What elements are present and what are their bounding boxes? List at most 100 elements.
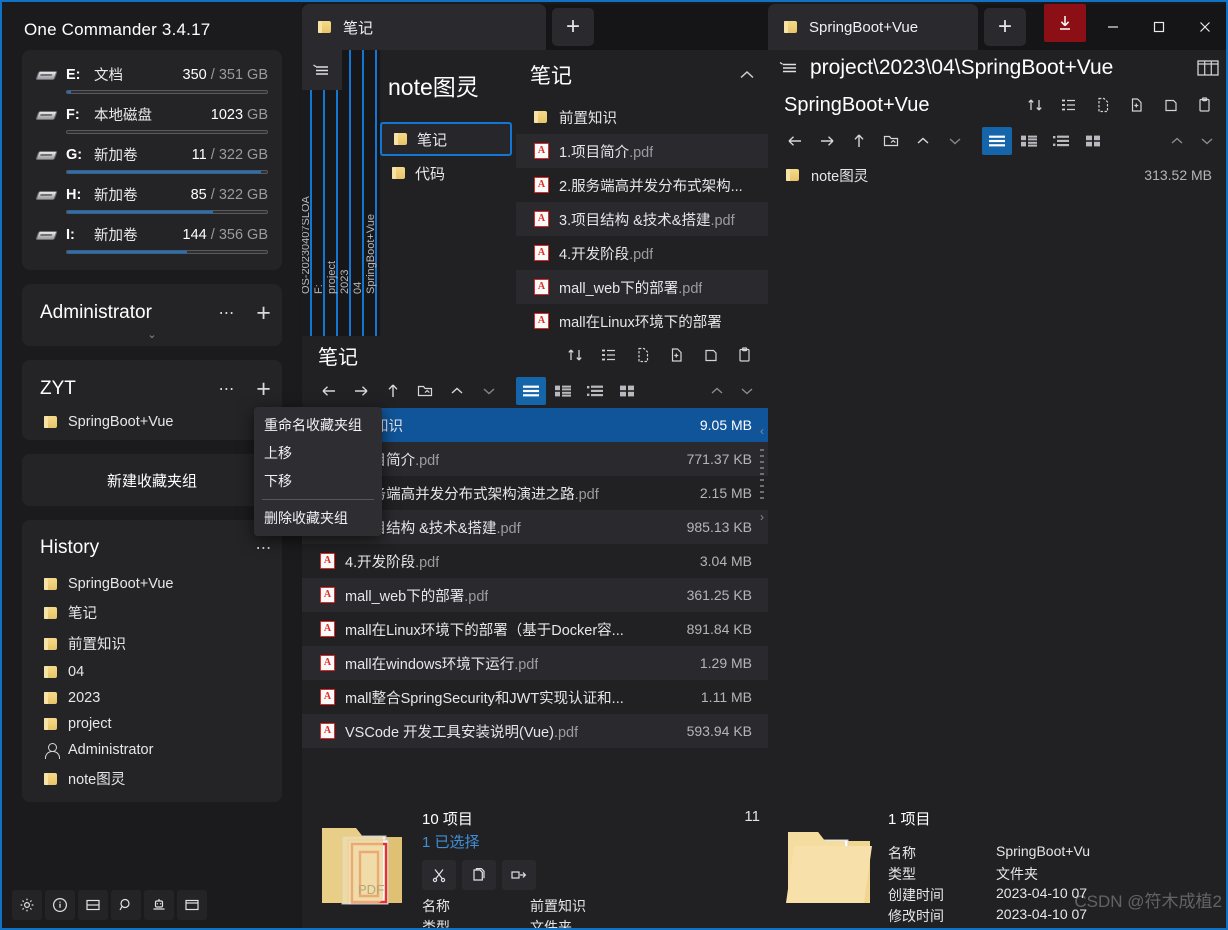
- new-file-icon[interactable]: [1086, 88, 1120, 122]
- cut-icon[interactable]: [422, 860, 456, 890]
- collapse-chevron-icon[interactable]: [736, 68, 758, 82]
- paste-icon[interactable]: [728, 338, 762, 372]
- rename-icon[interactable]: [502, 860, 536, 890]
- splitter-right-chevron-icon[interactable]: ›: [760, 510, 764, 524]
- list-view-icon[interactable]: [982, 127, 1012, 155]
- open-folder-icon[interactable]: [410, 376, 440, 406]
- maximize-icon[interactable]: [1136, 4, 1182, 50]
- favorite-item[interactable]: SpringBoot+Vue: [22, 410, 282, 434]
- back-icon[interactable]: [314, 376, 344, 406]
- sort-icon[interactable]: [558, 338, 592, 372]
- open-folder-icon[interactable]: [876, 126, 906, 156]
- close-icon[interactable]: [1182, 4, 1226, 50]
- table-row[interactable]: mall整合SpringSecurity和JWT实现认证和... 1.11 MB: [302, 680, 768, 714]
- group-icon[interactable]: [1052, 88, 1086, 122]
- group-add-icon[interactable]: +: [245, 370, 282, 408]
- context-menu-item[interactable]: 下移: [254, 467, 382, 495]
- panel-splitter[interactable]: ‹ ›: [756, 424, 768, 524]
- tab-springboot-vue[interactable]: SpringBoot+Vue: [768, 4, 978, 50]
- history-item[interactable]: 前置知识: [22, 628, 282, 659]
- breadcrumb-menu-icon[interactable]: [778, 59, 800, 77]
- scroll-up-icon[interactable]: [702, 376, 732, 406]
- tiles-view-icon[interactable]: [1014, 127, 1044, 155]
- chevron-down-icon[interactable]: [940, 126, 970, 156]
- grid-view-icon[interactable]: [1078, 127, 1108, 155]
- drive-item[interactable]: H: 新加卷 85 / 322 GB: [22, 180, 282, 220]
- info-icon[interactable]: [45, 890, 75, 920]
- table-row[interactable]: mall在Linux环境下的部署（基于Docker容... 891.84 KB: [302, 612, 768, 646]
- chevron-up-icon[interactable]: [442, 376, 472, 406]
- group-add-icon[interactable]: +: [245, 294, 282, 332]
- new-folder-icon[interactable]: [660, 338, 694, 372]
- grid-view-icon[interactable]: [612, 377, 642, 405]
- tab-notes[interactable]: 笔记: [302, 4, 546, 50]
- robot-icon[interactable]: [144, 890, 174, 920]
- scroll-down-icon[interactable]: [732, 376, 762, 406]
- columns-icon[interactable]: [1196, 58, 1220, 78]
- add-tab-icon[interactable]: +: [984, 8, 1026, 46]
- breadcrumb-path[interactable]: project\2023\04\SpringBoot+Vue: [810, 56, 1113, 80]
- copy-icon[interactable]: [462, 860, 496, 890]
- split-view-icon[interactable]: [78, 890, 108, 920]
- table-row[interactable]: 3.项目结构 &技术&搭建.pdf: [516, 202, 768, 236]
- details-view-icon[interactable]: [580, 377, 610, 405]
- table-row[interactable]: mall_web下的部署.pdf 361.25 KB: [302, 578, 768, 612]
- table-row[interactable]: 4.开发阶段.pdf: [516, 236, 768, 270]
- table-row[interactable]: 1.项目简介.pdf: [516, 134, 768, 168]
- gear-icon[interactable]: [12, 890, 42, 920]
- history-item[interactable]: 笔记: [22, 597, 282, 628]
- duplicate-icon[interactable]: [1154, 88, 1188, 122]
- chevron-down-icon[interactable]: [474, 376, 504, 406]
- chevron-up-icon[interactable]: [908, 126, 938, 156]
- table-row[interactable]: mall在windows环境下运行.pdf 1.29 MB: [302, 646, 768, 680]
- breadcrumb-menu-icon[interactable]: [302, 50, 342, 90]
- history-item[interactable]: 04: [22, 659, 282, 685]
- tiles-view-icon[interactable]: [548, 377, 578, 405]
- drive-item[interactable]: G: 新加卷 11 / 322 GB: [22, 140, 282, 180]
- drive-item[interactable]: E: 文档 350 / 351 GB: [22, 60, 282, 100]
- up-icon[interactable]: [378, 376, 408, 406]
- back-icon[interactable]: [780, 126, 810, 156]
- add-tab-icon[interactable]: +: [552, 8, 594, 46]
- group-more-icon[interactable]: ⋯: [208, 294, 245, 332]
- new-file-icon[interactable]: [626, 338, 660, 372]
- history-item[interactable]: 2023: [22, 685, 282, 711]
- tree-item[interactable]: 笔记: [380, 122, 512, 156]
- forward-icon[interactable]: [812, 126, 842, 156]
- table-row[interactable]: mall_web下的部署.pdf: [516, 270, 768, 304]
- search-icon[interactable]: [111, 890, 141, 920]
- list-view-icon[interactable]: [516, 377, 546, 405]
- table-row[interactable]: 2.服务端高并发分布式架构...: [516, 168, 768, 202]
- table-row[interactable]: 前置知识: [516, 100, 768, 134]
- group-icon[interactable]: [592, 338, 626, 372]
- window-icon[interactable]: [177, 890, 207, 920]
- scroll-down-icon[interactable]: [1192, 126, 1222, 156]
- table-row[interactable]: 4.开发阶段.pdf 3.04 MB: [302, 544, 768, 578]
- splitter-grip[interactable]: [760, 449, 764, 499]
- details-view-icon[interactable]: [1046, 127, 1076, 155]
- up-icon[interactable]: [844, 126, 874, 156]
- new-favorites-group-button[interactable]: 新建收藏夹组: [22, 454, 282, 506]
- paste-icon[interactable]: [1188, 88, 1222, 122]
- forward-icon[interactable]: [346, 376, 376, 406]
- history-item[interactable]: Administrator: [22, 737, 282, 763]
- table-row[interactable]: VSCode 开发工具安装说明(Vue).pdf 593.94 KB: [302, 714, 768, 748]
- sort-icon[interactable]: [1018, 88, 1052, 122]
- new-folder-icon[interactable]: [1120, 88, 1154, 122]
- drive-item[interactable]: I: 新加卷 144 / 356 GB: [22, 220, 282, 260]
- context-menu-item-delete[interactable]: 删除收藏夹组: [254, 504, 382, 532]
- scroll-up-icon[interactable]: [1162, 126, 1192, 156]
- context-menu-item[interactable]: 重命名收藏夹组: [254, 411, 382, 439]
- history-item[interactable]: SpringBoot+Vue: [22, 571, 282, 597]
- splitter-left-chevron-icon[interactable]: ‹: [760, 424, 764, 438]
- drive-item[interactable]: F: 本地磁盘 1023 GB: [22, 100, 282, 140]
- table-row[interactable]: note图灵 313.52 MB: [768, 158, 1226, 192]
- table-row[interactable]: mall在Linux环境下的部署: [516, 304, 768, 336]
- duplicate-icon[interactable]: [694, 338, 728, 372]
- history-item[interactable]: project: [22, 711, 282, 737]
- tree-item[interactable]: 代码: [380, 156, 512, 190]
- minimize-icon[interactable]: [1090, 4, 1136, 50]
- context-menu-item[interactable]: 上移: [254, 439, 382, 467]
- download-icon[interactable]: [1044, 4, 1086, 42]
- history-item[interactable]: note图灵: [22, 763, 282, 794]
